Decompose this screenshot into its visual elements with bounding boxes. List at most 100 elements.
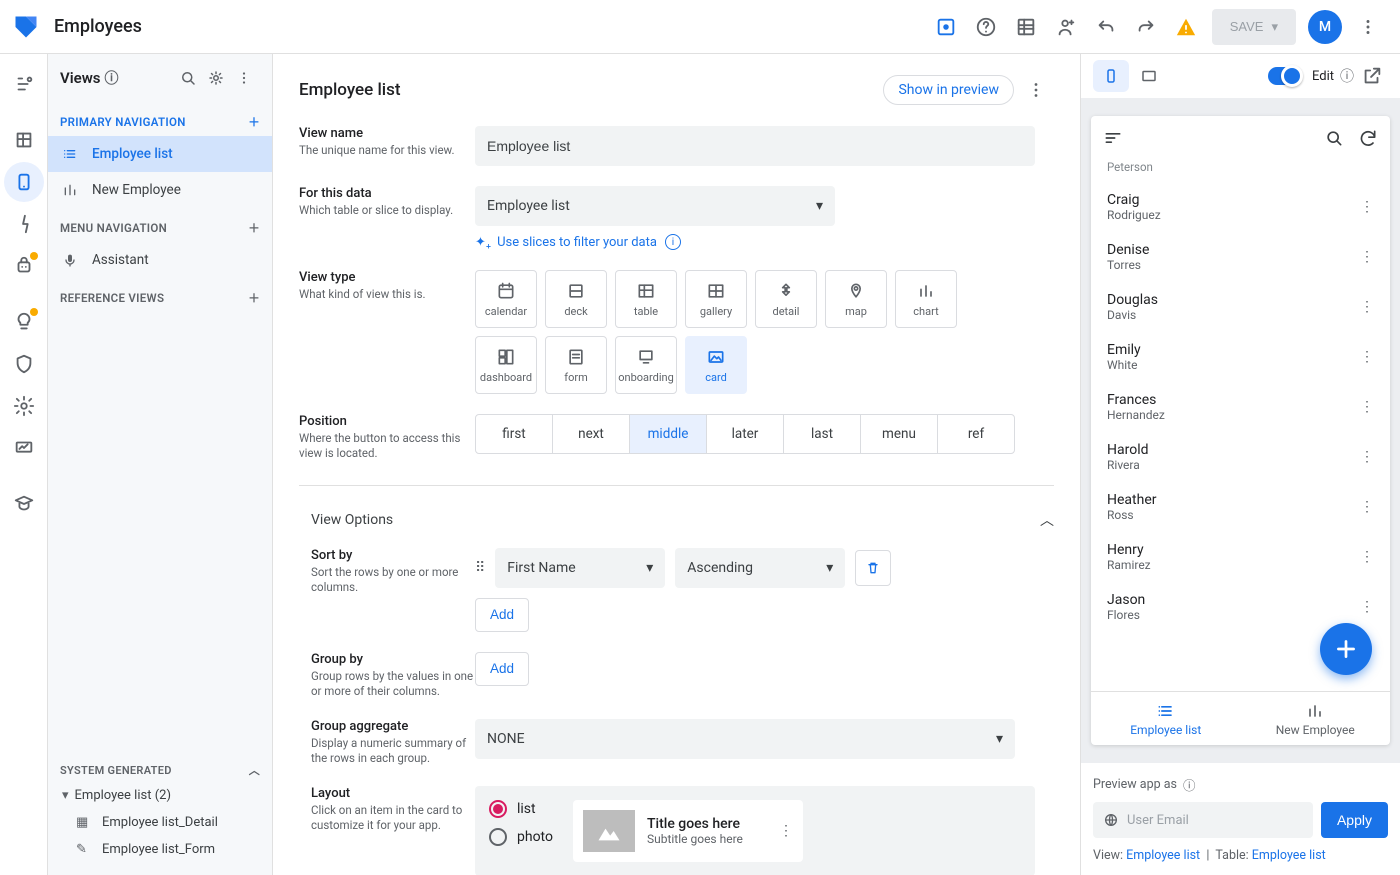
- delete-sort-button[interactable]: [855, 550, 891, 586]
- sysgen-item-detail[interactable]: ▦ Employee list_Detail: [60, 809, 260, 836]
- more-vertical-icon[interactable]: ⋮: [1360, 549, 1374, 565]
- open-external-icon[interactable]: [1356, 60, 1388, 92]
- more-vertical-icon[interactable]: ⋮: [1360, 449, 1374, 465]
- preview-table-link[interactable]: Employee list: [1252, 848, 1326, 863]
- view-item-employee-list[interactable]: Employee list: [48, 136, 272, 172]
- search-icon[interactable]: [1324, 128, 1344, 148]
- rail-home-icon[interactable]: [4, 64, 44, 104]
- fab-add-button[interactable]: [1320, 623, 1372, 675]
- layout-radio-photo[interactable]: photo: [489, 828, 553, 846]
- drag-handle-icon[interactable]: ⠿: [475, 560, 485, 576]
- apply-button[interactable]: Apply: [1321, 802, 1388, 838]
- position-first[interactable]: first: [476, 415, 553, 453]
- rail-views-icon[interactable]: [4, 162, 44, 202]
- rail-settings-icon[interactable]: [4, 386, 44, 426]
- view-type-card[interactable]: card: [685, 336, 747, 394]
- more-vertical-icon[interactable]: ⋮: [1360, 399, 1374, 415]
- undo-icon[interactable]: [1086, 7, 1126, 47]
- add-ref-view-icon[interactable]: ＋: [248, 290, 260, 306]
- view-type-form[interactable]: form: [545, 336, 607, 394]
- view-type-dashboard[interactable]: dashboard: [475, 336, 537, 394]
- add-user-icon[interactable]: [1046, 7, 1086, 47]
- sysgen-item-form[interactable]: ✎ Employee list_Form: [60, 836, 260, 863]
- list-item[interactable]: EmilyWhite⋮: [1091, 332, 1390, 382]
- rail-data-icon[interactable]: [4, 120, 44, 160]
- spreadsheet-icon[interactable]: [1006, 7, 1046, 47]
- more-vertical-icon[interactable]: [228, 62, 260, 94]
- list-item[interactable]: CraigRodriguez⋮: [1091, 182, 1390, 232]
- list-item[interactable]: HeatherRoss⋮: [1091, 482, 1390, 532]
- list-item[interactable]: HaroldRivera⋮: [1091, 432, 1390, 482]
- sort-icon[interactable]: [1103, 128, 1123, 148]
- database-icon[interactable]: [926, 7, 966, 47]
- view-type-table[interactable]: table: [615, 270, 677, 328]
- view-type-calendar[interactable]: calendar: [475, 270, 537, 328]
- rail-security-icon[interactable]: [4, 344, 44, 384]
- view-type-deck[interactable]: deck: [545, 270, 607, 328]
- for-data-select[interactable]: Employee list ▾: [475, 186, 835, 226]
- add-group-button[interactable]: Add: [475, 652, 529, 686]
- more-vertical-icon[interactable]: ⋮: [1360, 249, 1374, 265]
- view-name-input[interactable]: [475, 126, 1035, 166]
- info-icon[interactable]: ⓘ: [1340, 66, 1354, 86]
- position-menu[interactable]: menu: [861, 415, 938, 453]
- more-vertical-icon[interactable]: ⋮: [1360, 599, 1374, 615]
- list-item[interactable]: HenryRamirez⋮: [1091, 532, 1390, 582]
- add-menu-view-icon[interactable]: ＋: [248, 220, 260, 236]
- system-generated-header[interactable]: SYSTEM GENERATED ︿: [60, 758, 260, 782]
- view-item-assistant[interactable]: Assistant: [48, 242, 272, 278]
- more-vertical-icon[interactable]: ⋮: [1360, 199, 1374, 215]
- view-type-map[interactable]: map: [825, 270, 887, 328]
- slice-filter-link[interactable]: ✦₊ Use slices to filter your data i: [475, 234, 1035, 250]
- group-agg-select[interactable]: NONE▾: [475, 719, 1015, 759]
- redo-icon[interactable]: [1126, 7, 1166, 47]
- user-avatar[interactable]: M: [1308, 10, 1342, 44]
- more-vertical-icon[interactable]: ⋮: [779, 823, 793, 839]
- editor-more-icon[interactable]: [1018, 72, 1054, 108]
- refresh-icon[interactable]: [1358, 128, 1378, 148]
- position-next[interactable]: next: [553, 415, 630, 453]
- layout-preview-card[interactable]: Title goes here Subtitle goes here ⋮: [573, 800, 803, 862]
- help-icon[interactable]: [966, 7, 1006, 47]
- add-view-icon[interactable]: ＋: [248, 114, 260, 130]
- view-options-header[interactable]: View Options ︿: [311, 510, 1054, 530]
- preview-view-link[interactable]: Employee list: [1126, 848, 1200, 863]
- sysgen-group[interactable]: ▾ Employee list (2): [60, 782, 260, 809]
- preview-tab-new-employee[interactable]: New Employee: [1241, 692, 1391, 745]
- rail-automation-icon[interactable]: [4, 246, 44, 286]
- preview-tab-employee-list[interactable]: Employee list: [1091, 692, 1241, 745]
- info-icon[interactable]: ⓘ: [1183, 775, 1196, 794]
- device-tablet-tab[interactable]: [1131, 60, 1167, 92]
- more-vertical-icon[interactable]: ⋮: [1360, 499, 1374, 515]
- position-last[interactable]: last: [784, 415, 861, 453]
- position-middle[interactable]: middle: [630, 415, 707, 453]
- layout-radio-list[interactable]: list: [489, 800, 553, 818]
- rail-intelligence-icon[interactable]: [4, 302, 44, 342]
- show-in-preview-button[interactable]: Show in preview: [883, 75, 1014, 105]
- info-icon[interactable]: ⓘ: [105, 68, 119, 88]
- editor-title: Employee list: [299, 80, 401, 100]
- view-type-onboarding[interactable]: onboarding: [615, 336, 677, 394]
- view-type-detail[interactable]: detail: [755, 270, 817, 328]
- rail-actions-icon[interactable]: [4, 204, 44, 244]
- edit-toggle[interactable]: [1268, 67, 1302, 85]
- sort-direction-select[interactable]: Ascending▾: [675, 548, 845, 588]
- rail-learn-icon[interactable]: [4, 484, 44, 524]
- view-item-new-employee[interactable]: New Employee: [48, 172, 272, 208]
- view-type-chart[interactable]: chart: [895, 270, 957, 328]
- view-type-gallery[interactable]: gallery: [685, 270, 747, 328]
- sort-column-select[interactable]: First Name▾: [495, 548, 665, 588]
- device-phone-tab[interactable]: [1093, 60, 1129, 92]
- warning-icon[interactable]: [1166, 7, 1206, 47]
- list-item[interactable]: FrancesHernandez⋮: [1091, 382, 1390, 432]
- rail-monitor-icon[interactable]: [4, 428, 44, 468]
- more-vertical-icon[interactable]: ⋮: [1360, 299, 1374, 315]
- more-vertical-icon[interactable]: ⋮: [1360, 349, 1374, 365]
- position-ref[interactable]: ref: [938, 415, 1014, 453]
- more-icon[interactable]: [1348, 7, 1388, 47]
- list-item[interactable]: DouglasDavis⋮: [1091, 282, 1390, 332]
- position-later[interactable]: later: [707, 415, 784, 453]
- preview-email-input[interactable]: User Email: [1093, 802, 1313, 838]
- list-item[interactable]: DeniseTorres⋮: [1091, 232, 1390, 282]
- add-sort-button[interactable]: Add: [475, 598, 529, 632]
